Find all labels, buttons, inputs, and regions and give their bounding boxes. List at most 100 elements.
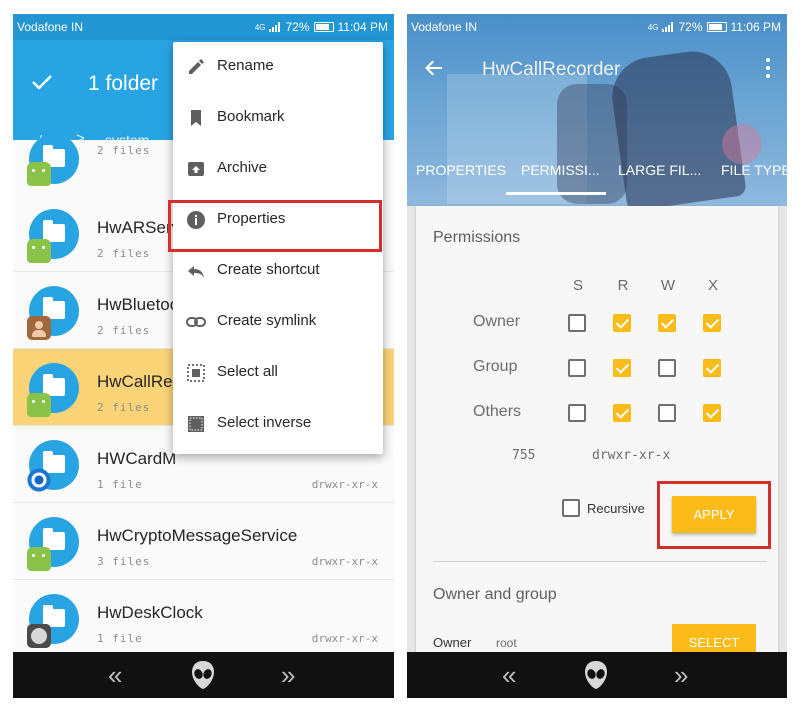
file-name: HwCryptoMessageService [97, 526, 298, 545]
checkbox-others-s[interactable] [568, 404, 586, 422]
signal-icon [269, 22, 281, 32]
row-label-others: Others [473, 403, 522, 420]
menu-item-select-all[interactable]: Select all [173, 348, 383, 399]
symbolic-mode: drwxr-xr-x [592, 448, 671, 463]
checkbox-owner-w[interactable] [658, 314, 676, 332]
android-icon [27, 239, 51, 263]
file-name: HWCardM [97, 449, 177, 468]
status-bar: Vodafone IN 4G 72% 11:04 PM [13, 14, 394, 40]
carrier-label: Vodafone IN [17, 20, 84, 34]
pencil-icon [189, 59, 204, 74]
octal-mode: 755 [512, 448, 536, 463]
reply-arrow-icon [188, 266, 204, 278]
highlight-box [657, 481, 771, 549]
contacts-icon [27, 316, 51, 340]
tab-properties[interactable]: PROPERTIES [416, 162, 506, 178]
column-header-w: W [660, 277, 676, 294]
gear-icon [27, 468, 51, 492]
file-count: 3 files [97, 555, 151, 568]
menu-item-create-shortcut[interactable]: Create shortcut [173, 246, 383, 297]
menu-item-label: Create shortcut [217, 261, 320, 278]
checkbox-owner-s[interactable] [568, 314, 586, 332]
back-arrow-icon[interactable] [424, 58, 444, 78]
checkbox-owner-r[interactable] [613, 314, 631, 332]
file-count: 2 files [97, 324, 151, 337]
network-type: 4G [254, 22, 266, 32]
tab-large-files[interactable]: LARGE FIL... [618, 162, 701, 178]
row-label-owner: Owner [473, 313, 521, 330]
permissions-card: Permissions S R W X Owner Group Others 7… [416, 206, 778, 661]
battery-percent: 72% [285, 20, 310, 34]
active-tab-indicator [506, 192, 606, 195]
file-permissions: drwxr-xr-x [311, 632, 378, 645]
file-count: 2 files [97, 401, 151, 414]
menu-item-rename[interactable]: Rename [173, 42, 383, 93]
menu-item-create-symlink[interactable]: Create symlink [173, 297, 383, 348]
owner-group-heading: Owner and group [433, 586, 557, 603]
archive-icon [188, 162, 204, 176]
menu-item-label: Archive [217, 159, 268, 176]
menu-item-archive[interactable]: Archive [173, 144, 383, 195]
checkbox-others-w[interactable] [658, 404, 676, 422]
row-label-group: Group [473, 358, 518, 375]
list-item[interactable]: HwCryptoMessageService 3 files drwxr-xr-… [13, 503, 394, 580]
checkbox-others-x[interactable] [703, 404, 721, 422]
checkbox-others-r[interactable] [613, 404, 631, 422]
menu-item-bookmark[interactable]: Bookmark [173, 93, 383, 144]
battery-percent: 72% [678, 20, 703, 34]
battery-icon [313, 22, 334, 32]
owner-value: root [496, 636, 517, 650]
battery-icon [706, 22, 727, 32]
tab-file-types[interactable]: FILE TYPES [721, 162, 787, 178]
checkbox-owner-x[interactable] [703, 314, 721, 332]
select-all-icon [187, 364, 205, 382]
file-name: HwDeskClock [97, 603, 203, 622]
file-count: 2 files [97, 144, 151, 157]
checkbox-group-x[interactable] [703, 359, 721, 377]
permissions-heading: Permissions [433, 229, 521, 246]
menu-item-label: Select all [217, 363, 278, 380]
more-vert-icon[interactable] [765, 58, 771, 80]
tab-permissions[interactable]: PERMISSI... [521, 162, 600, 178]
header-image: HwCallRecorder PROPERTIES PERMISSI... LA… [407, 14, 787, 206]
android-icon [27, 547, 51, 571]
alien-home-icon[interactable] [584, 660, 608, 690]
navigation-bar: « » [13, 652, 394, 698]
menu-item-select-inverse[interactable]: Select inverse [173, 399, 383, 450]
checkbox-group-r[interactable] [613, 359, 631, 377]
check-icon[interactable] [31, 74, 53, 90]
back-nav-icon[interactable]: « [108, 662, 122, 688]
checkbox-group-s[interactable] [568, 359, 586, 377]
select-inverse-icon [188, 416, 204, 432]
file-count: 1 file [97, 478, 143, 491]
link-icon [186, 317, 206, 327]
menu-item-label: Create symlink [217, 312, 317, 329]
highlight-box [168, 200, 382, 252]
menu-item-label: Select inverse [217, 414, 312, 431]
forward-nav-icon[interactable]: » [281, 662, 295, 688]
page-title: HwCallRecorder [482, 59, 621, 80]
file-permissions: drwxr-xr-x [311, 555, 378, 568]
android-icon [27, 393, 51, 417]
file-permissions: drwxr-xr-x [311, 478, 378, 491]
clock-icon [27, 624, 51, 648]
alien-home-icon[interactable] [191, 660, 215, 690]
android-icon [27, 162, 51, 186]
signal-icon [662, 22, 674, 32]
menu-item-label: Rename [217, 57, 274, 74]
list-item[interactable]: HwDeskClock 1 file drwxr-xr-x [13, 580, 394, 657]
file-manager-screen: 1 folder / > system Vodafone IN 4G 72% 1… [13, 14, 394, 698]
column-header-x: X [707, 277, 718, 294]
forward-nav-icon[interactable]: » [674, 662, 688, 688]
column-header-r: R [617, 277, 629, 294]
back-nav-icon[interactable]: « [502, 662, 516, 688]
owner-label: Owner [433, 635, 472, 650]
properties-screen: HwCallRecorder PROPERTIES PERMISSI... LA… [407, 14, 787, 698]
checkbox-group-w[interactable] [658, 359, 676, 377]
recursive-checkbox[interactable] [562, 499, 580, 517]
file-name: HwCallRec [97, 372, 182, 391]
menu-item-label: Bookmark [217, 108, 285, 125]
column-header-s: S [572, 277, 583, 294]
status-bar: Vodafone IN 4G 72% 11:06 PM [407, 14, 787, 40]
network-type: 4G [647, 22, 659, 32]
